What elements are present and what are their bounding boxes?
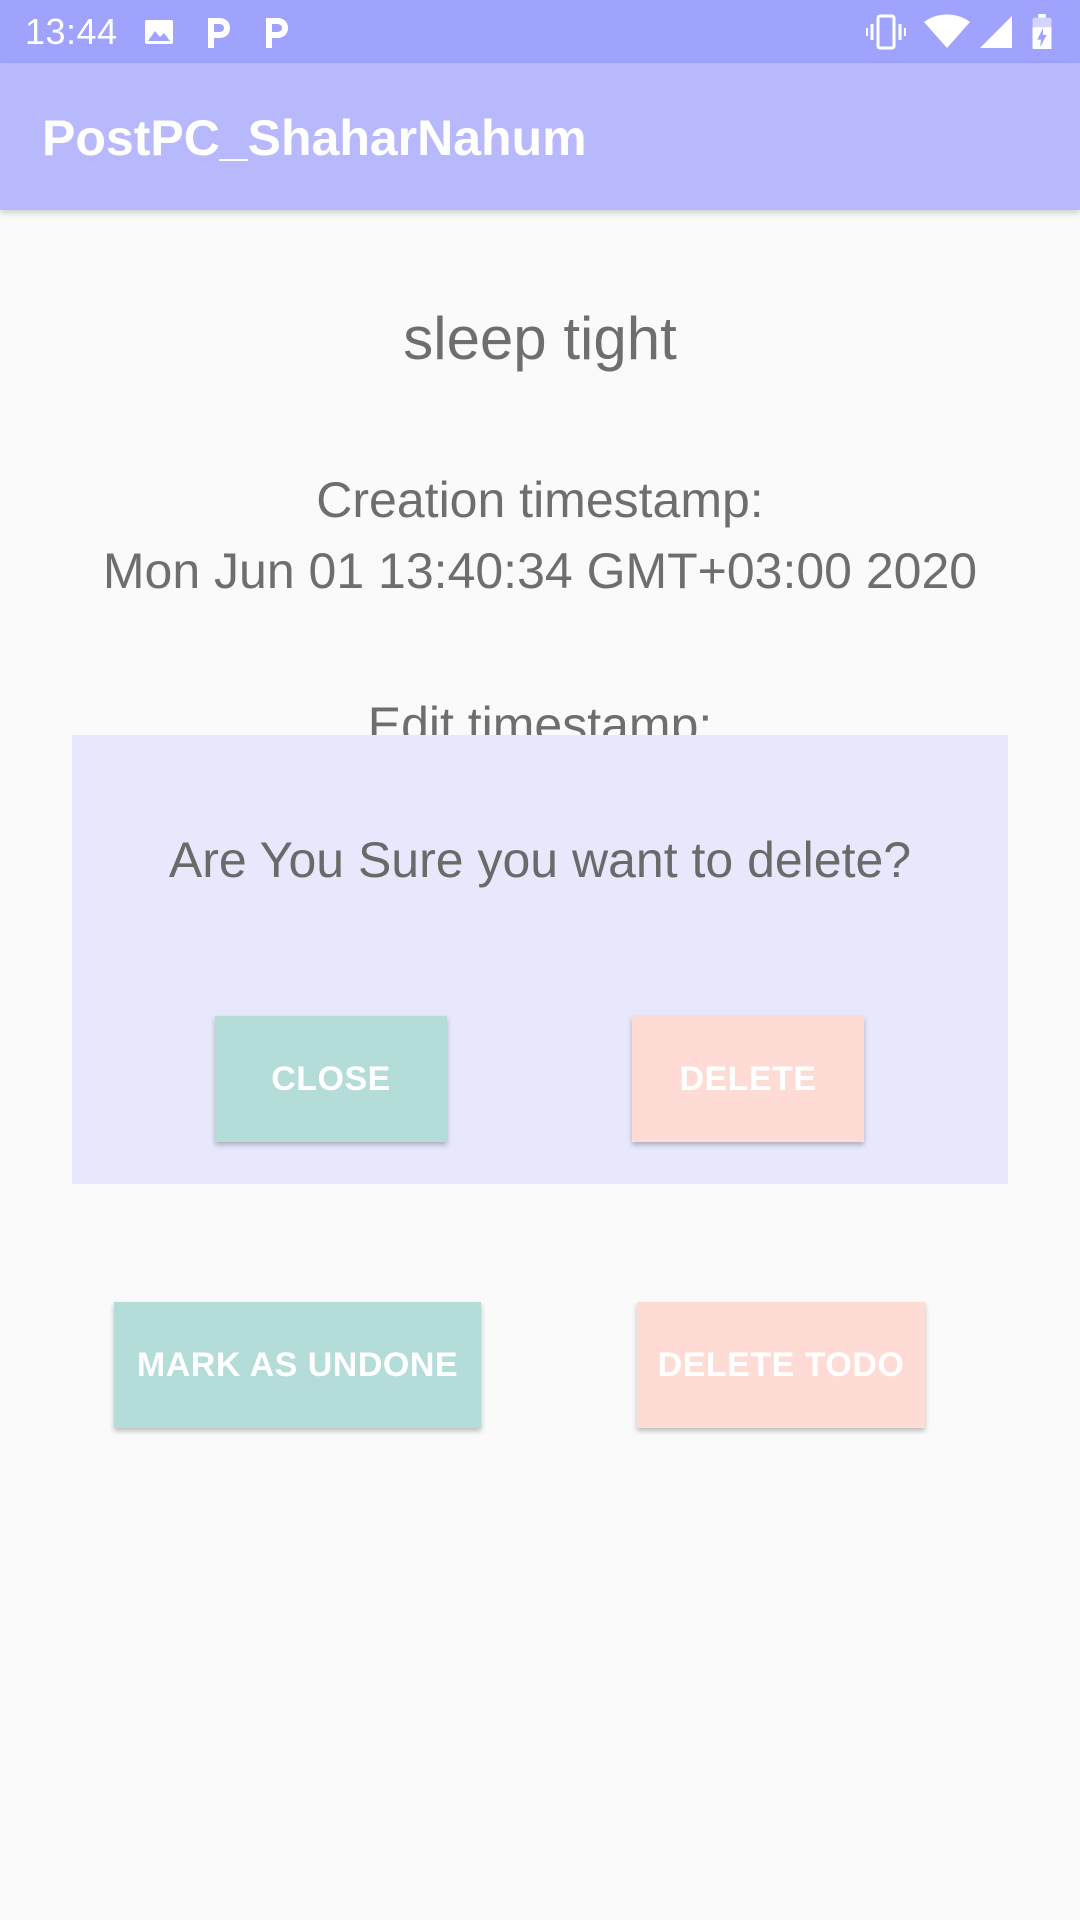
delete-button[interactable]: DELETE [632,1016,864,1142]
status-bar: 13:44 [0,0,1080,63]
delete-confirm-dialog: Are You Sure you want to delete? CLOSE D… [72,735,1008,1184]
mark-as-undone-button[interactable]: MARK AS UNDONE [114,1302,481,1428]
status-time: 13:44 [25,11,118,52]
close-button[interactable]: CLOSE [215,1016,447,1142]
vibrate-icon [866,14,906,50]
battery-icon [1032,14,1052,50]
todo-title: sleep tight [403,305,677,372]
creation-timestamp-value: Mon Jun 01 13:40:34 GMT+03:00 2020 [102,543,978,599]
creation-timestamp-label: Creation timestamp: [316,472,764,528]
app-bar: PostPC_ShaharNahum [0,63,1080,210]
delete-todo-button[interactable]: DELETE TODO [637,1302,925,1428]
dialog-message: Are You Sure you want to delete? [168,832,912,888]
parking-icon [266,18,288,48]
signal-icon [980,16,1012,48]
app-title: PostPC_ShaharNahum [42,110,587,166]
parking-icon [208,18,230,48]
wifi-icon [924,14,970,48]
image-icon [145,20,173,44]
